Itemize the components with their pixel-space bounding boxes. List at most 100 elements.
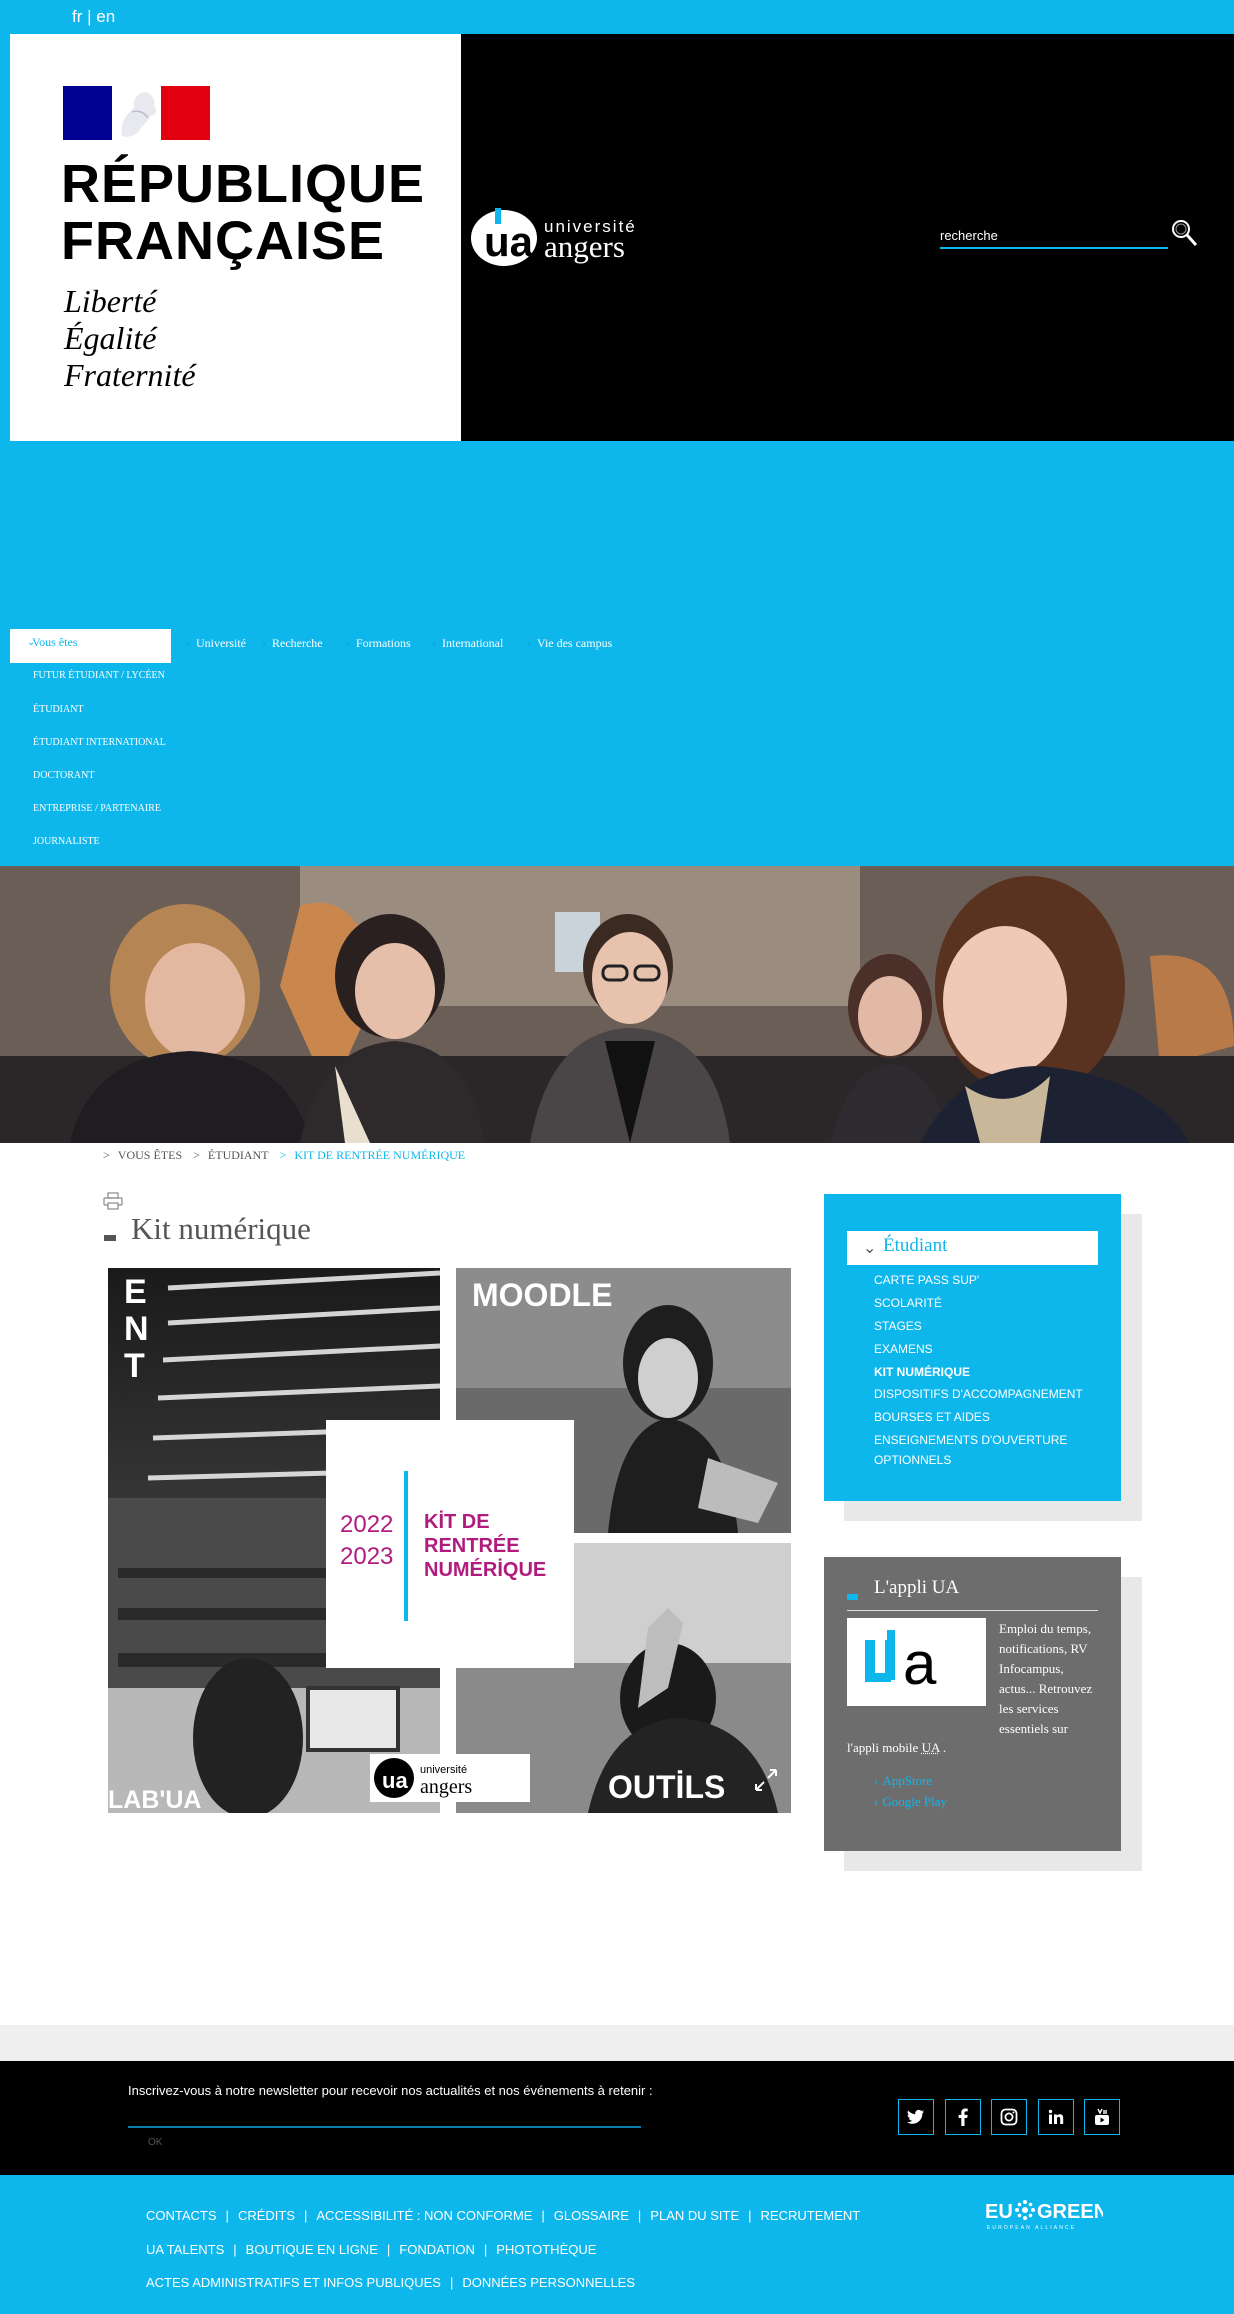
footer-link-donnees-personnelles[interactable]: DONNÉES PERSONNELLES [462, 2275, 635, 2290]
breadcrumb-vous-etes[interactable]: VOUS ÊTES [118, 1148, 182, 1162]
kit-ent-letter-t: T [124, 1347, 145, 1385]
nav-item-universite[interactable]: › Université [186, 636, 246, 651]
etudiant-card-title: Étudiant [883, 1235, 948, 1256]
ua-app-logo: a [847, 1618, 986, 1706]
footer-link-fondation[interactable]: FONDATION [399, 2242, 475, 2257]
rf-motto: Liberté Égalité Fraternité [64, 283, 196, 394]
google-play-link[interactable]: › Google Play [874, 1794, 947, 1810]
left-accent-strip [0, 34, 10, 866]
instagram-link[interactable] [991, 2099, 1027, 2135]
footer-links-row-1: CONTACTS | CRÉDITS | ACCESSIBILITÉ : NON CON… [146, 2208, 860, 2223]
eu-green-subtitle: EUROPEAN ALLIANCE [987, 2225, 1076, 2231]
print-icon [103, 1192, 123, 1210]
kit-title-line1: KİT DE [424, 1510, 490, 1533]
facebook-link[interactable] [945, 2099, 981, 2135]
kit-numerique-image[interactable]: E N T LAB'UA MOODLE OUTİLS 2022 2023 KİT… [108, 1268, 791, 1818]
side-item-entreprise[interactable]: ENTREPRISE / PARTENAIRE [33, 803, 161, 814]
side-item-journaliste[interactable]: JOURNALISTE [33, 836, 100, 847]
footer-separator: | [304, 2208, 308, 2223]
etudiant-item-scolarite[interactable]: SCOLARITÉ [874, 1296, 942, 1310]
etudiant-item-dispositifs-accompagnement[interactable]: DISPOSITIFS D'ACCOMPAGNEMENT [874, 1387, 1083, 1401]
search-input[interactable] [940, 223, 1168, 249]
footer-link-contacts[interactable]: CONTACTS [146, 2208, 217, 2223]
appstore-link-label: AppStore [882, 1773, 933, 1788]
kit-outils-label: OUTİLS [608, 1769, 725, 1805]
nav-item-formations[interactable]: › Formations [346, 636, 411, 651]
kit-ent-letter-n: N [124, 1310, 149, 1348]
appstore-link[interactable]: › AppStore [874, 1773, 932, 1789]
eu-green-logo[interactable]: EU GREEN EUROPEAN ALLIANCE [985, 2196, 1108, 2232]
print-button[interactable] [103, 1192, 123, 1210]
eu-green-star-icon [1015, 2200, 1035, 2220]
footer-link-glossaire[interactable]: GLOSSAIRE [554, 2208, 629, 2223]
etudiant-item-kit-numerique[interactable]: KIT NUMÉRIQUE [874, 1365, 970, 1379]
breadcrumb-separator: > [193, 1148, 200, 1162]
title-marker [104, 1235, 116, 1241]
twitter-icon [907, 2109, 924, 2124]
svg-text:ua: ua [382, 1768, 408, 1793]
footer-link-recrutement[interactable]: RECRUTEMENT [761, 2208, 861, 2223]
etudiant-item-bourses-et-aides[interactable]: BOURSES ET AIDES [874, 1410, 990, 1424]
top-bar: fr | en [0, 0, 1234, 34]
etudiant-card-header[interactable]: ⌄ Étudiant [847, 1231, 1098, 1265]
newsletter-ok-button[interactable]: OK [148, 2137, 162, 2148]
footer-link-plan-du-site[interactable]: PLAN DU SITE [650, 2208, 739, 2223]
eu-green-text-left: EU [985, 2201, 1013, 2223]
app-card-divider [847, 1610, 1098, 1611]
footer-link-credits[interactable]: CRÉDITS [238, 2208, 295, 2223]
nav-item-international[interactable]: › International [432, 636, 503, 651]
etudiant-item-carte-pass-sup[interactable]: CARTE PASS SUP' [874, 1273, 979, 1287]
footer-separator: | [748, 2208, 752, 2223]
side-item-etudiant-international[interactable]: ÉTUDIANT INTERNATIONAL [33, 737, 166, 748]
footer-link-accessibilite[interactable]: ACCESSIBILITÉ : NON CONFORME [316, 2208, 532, 2223]
etudiant-item-enseignements-ouverture[interactable]: ENSEIGNEMENTS D'OUVERTURE [874, 1433, 1067, 1447]
footer-links-row-2: UA TALENTS | BOUTIQUE EN LIGNE | FONDATION | P… [146, 2242, 596, 2257]
linkedin-link[interactable] [1038, 2099, 1074, 2135]
etudiant-item-optionnels[interactable]: OPTIONNELS [874, 1453, 951, 1467]
vous-etes-label: Vous êtes [32, 635, 78, 649]
vous-etes-menu-button[interactable]: ⌄ Vous êtes [10, 629, 171, 663]
footer-link-phototheque[interactable]: PHOTOTHÈQUE [496, 2242, 596, 2257]
youtube-link[interactable] [1084, 2099, 1120, 2135]
app-description-line: Emploi du temps, [999, 1621, 1092, 1636]
universite-angers-logo[interactable]: ua université angers [470, 206, 670, 270]
breadcrumb: > VOUS ÊTES > ÉTUDIANT > KIT DE RENTRÉE NUM… [103, 1148, 473, 1163]
app-description-tail-text: l'appli mobile [847, 1740, 922, 1755]
side-item-doctorant[interactable]: DOCTORANT [33, 770, 94, 781]
twitter-link[interactable] [898, 2099, 934, 2135]
kit-year-2022: 2022 [340, 1511, 393, 1538]
kit-title-line3: NUMÉRİQUE [424, 1558, 546, 1581]
etudiant-item-examens[interactable]: EXAMENS [874, 1342, 933, 1356]
nav-item-label: Université [196, 636, 246, 650]
google-play-link-label: Google Play [882, 1794, 947, 1809]
search-form [940, 218, 1200, 254]
ua-abbr: UA [921, 1740, 940, 1755]
eu-green-text-right: GREEN [1037, 2201, 1103, 2223]
instagram-icon [1000, 2108, 1018, 2126]
side-item-etudiant[interactable]: ÉTUDIANT [33, 704, 84, 715]
etudiant-item-stages[interactable]: STAGES [874, 1319, 922, 1333]
ua-logo-text-bottom: angers [544, 229, 625, 264]
nav-item-vie-des-campus[interactable]: › Vie des campus [527, 636, 612, 651]
footer-separator: | [233, 2242, 237, 2257]
footer-link-actes-administratifs[interactable]: ACTES ADMINISTRATIFS ET INFOS PUBLIQUES [146, 2275, 441, 2290]
lang-en-link[interactable]: en [96, 7, 115, 26]
newsletter-email-input[interactable] [128, 2104, 641, 2128]
nav-item-recherche[interactable]: › Recherche [262, 636, 323, 651]
breadcrumb-current: KIT DE RENTRÉE NUMÉRIQUE [294, 1148, 466, 1162]
search-button[interactable] [1168, 218, 1200, 250]
kit-moodle-label: MOODLE [472, 1277, 612, 1313]
facebook-icon [958, 2108, 968, 2126]
lang-fr-link[interactable]: fr [72, 7, 82, 26]
footer-link-ua-talents[interactable]: UA TALENTS [146, 2242, 224, 2257]
motto-fraternite: Fraternité [64, 357, 196, 393]
navigation-band [10, 441, 1234, 866]
footer-separator: | [449, 2275, 454, 2290]
linkedin-icon [1048, 2109, 1064, 2124]
breadcrumb-etudiant[interactable]: ÉTUDIANT [208, 1148, 269, 1162]
side-item-futur-etudiant[interactable]: FUTUR ÉTUDIANT / LYCÉEN [33, 670, 165, 681]
footer-link-boutique[interactable]: BOUTIQUE EN LIGNE [246, 2242, 378, 2257]
lang-separator: | [82, 7, 97, 26]
app-description-line: notifications, RV [999, 1641, 1088, 1656]
app-description-line: essentiels sur [999, 1721, 1068, 1736]
